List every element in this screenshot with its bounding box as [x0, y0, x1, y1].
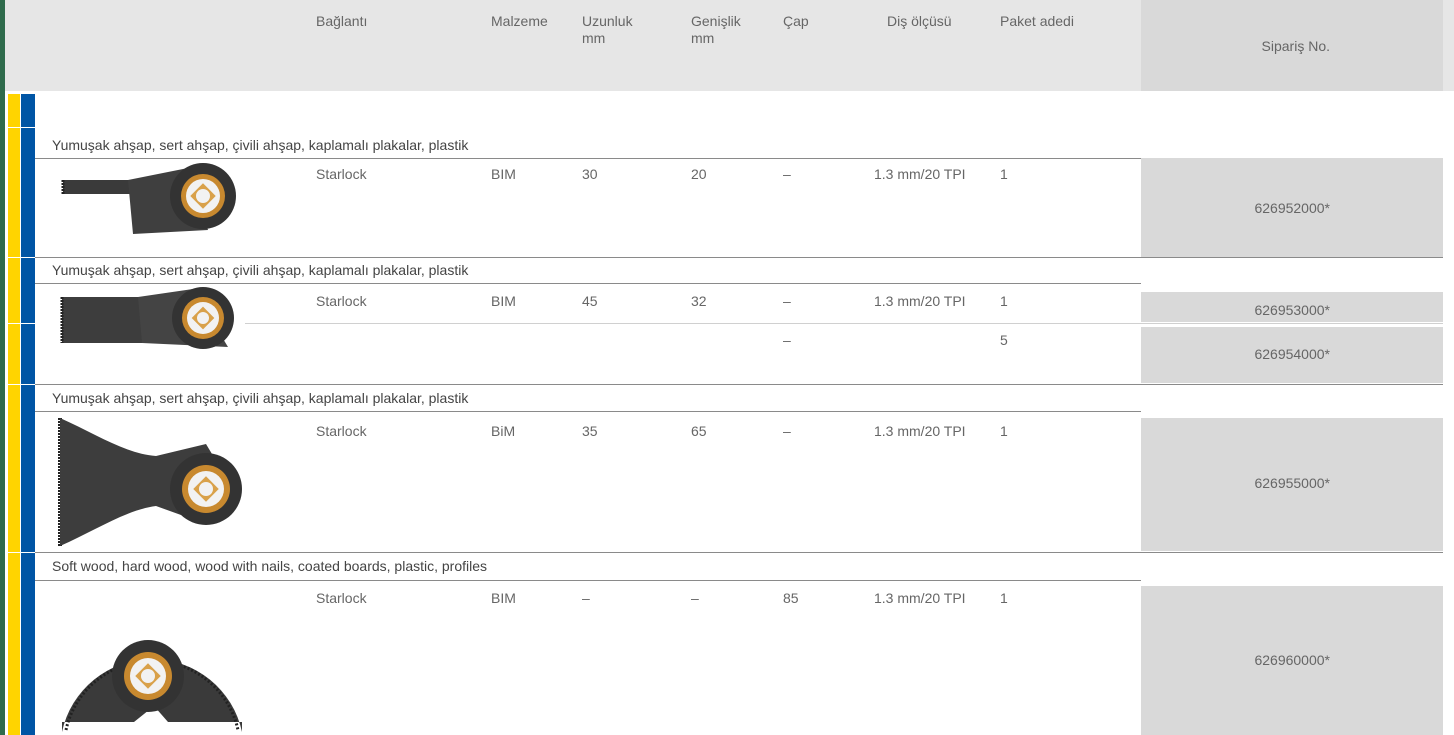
header-length: Uzunluk mm [582, 13, 633, 47]
cell-order-no[interactable]: 626954000* [1141, 346, 1330, 362]
cell-length: – [582, 590, 590, 606]
bar-divider [8, 127, 35, 128]
cell-pack-qty: 1 [1000, 166, 1008, 182]
cell-pack-qty: 1 [1000, 590, 1008, 606]
cell-width: 20 [691, 166, 707, 182]
cell-tooth-pitch: 1.3 mm/20 TPI [874, 166, 966, 182]
cell-pack-qty: 5 [1000, 332, 1008, 348]
cell-length: 35 [582, 423, 598, 439]
header-length-title: Uzunluk [582, 13, 633, 29]
header-order-no: Sipariş No. [1261, 38, 1330, 54]
cell-material: BIM [491, 590, 516, 606]
header-width-title: Genişlik [691, 13, 741, 29]
cell-connection: Starlock [316, 293, 367, 309]
header-width: Genişlik mm [691, 13, 741, 47]
row-divider [35, 158, 1141, 159]
row-divider [35, 283, 1141, 284]
narrow-plunge-blade-icon [61, 163, 236, 234]
header-diameter: Çap [783, 13, 809, 29]
medium-plunge-blade-icon [60, 287, 234, 349]
cell-material: BiM [491, 423, 516, 439]
cell-length: 30 [582, 166, 598, 182]
header-width-unit: mm [691, 30, 715, 46]
row-divider [245, 323, 1443, 324]
group-description: Yumuşak ahşap, sert ahşap, çivili ahşap,… [52, 137, 469, 153]
cell-width: – [691, 590, 699, 606]
accent-yellow-bar [8, 94, 20, 735]
cell-material: BIM [491, 166, 516, 182]
header-length-unit: mm [582, 30, 606, 46]
group-divider [35, 257, 1443, 258]
cell-order-no[interactable]: 626953000* [1141, 302, 1330, 318]
accent-blue-bar [21, 94, 35, 735]
cell-tooth-pitch: 1.3 mm/20 TPI [874, 293, 966, 309]
group-description: Soft wood, hard wood, wood with nails, c… [52, 558, 488, 574]
cell-order-no[interactable]: 626952000* [1141, 200, 1330, 216]
header-pack-qty: Paket adedi [1000, 13, 1074, 29]
row-divider [35, 411, 1141, 412]
cell-length: 45 [582, 293, 598, 309]
cell-tooth-pitch: 1.3 mm/20 TPI [874, 423, 966, 439]
cell-connection: Starlock [316, 423, 367, 439]
cell-diameter: – [783, 332, 791, 348]
group-description: Yumuşak ahşap, sert ahşap, çivili ahşap,… [52, 390, 469, 406]
cell-pack-qty: 1 [1000, 293, 1008, 309]
cell-pack-qty: 1 [1000, 423, 1008, 439]
bar-divider [8, 257, 35, 258]
group-divider [35, 384, 1443, 385]
cell-diameter: – [783, 166, 791, 182]
row-divider [35, 580, 1141, 581]
wide-plunge-blade-icon [58, 418, 242, 546]
cell-diameter: – [783, 423, 791, 439]
cell-order-no[interactable]: 626955000* [1141, 475, 1330, 491]
header-tooth-pitch: Diş ölçüsü [887, 13, 952, 29]
page-edge-strip [0, 0, 5, 735]
group-divider [35, 552, 1443, 553]
group-description: Yumuşak ahşap, sert ahşap, çivili ahşap,… [52, 262, 469, 278]
cell-order-no[interactable]: 626960000* [1141, 652, 1330, 668]
cell-connection: Starlock [316, 590, 367, 606]
cell-diameter: – [783, 293, 791, 309]
cell-diameter: 85 [783, 590, 799, 606]
bar-divider [8, 323, 35, 324]
cell-material: BIM [491, 293, 516, 309]
bar-divider [8, 552, 35, 553]
bar-divider [8, 384, 35, 385]
cell-width: 32 [691, 293, 707, 309]
cell-tooth-pitch: 1.3 mm/20 TPI [874, 590, 966, 606]
segment-saw-blade-icon [62, 640, 242, 732]
cell-width: 65 [691, 423, 707, 439]
header-connection: Bağlantı [316, 13, 368, 29]
header-material: Malzeme [491, 13, 548, 29]
cell-connection: Starlock [316, 166, 367, 182]
